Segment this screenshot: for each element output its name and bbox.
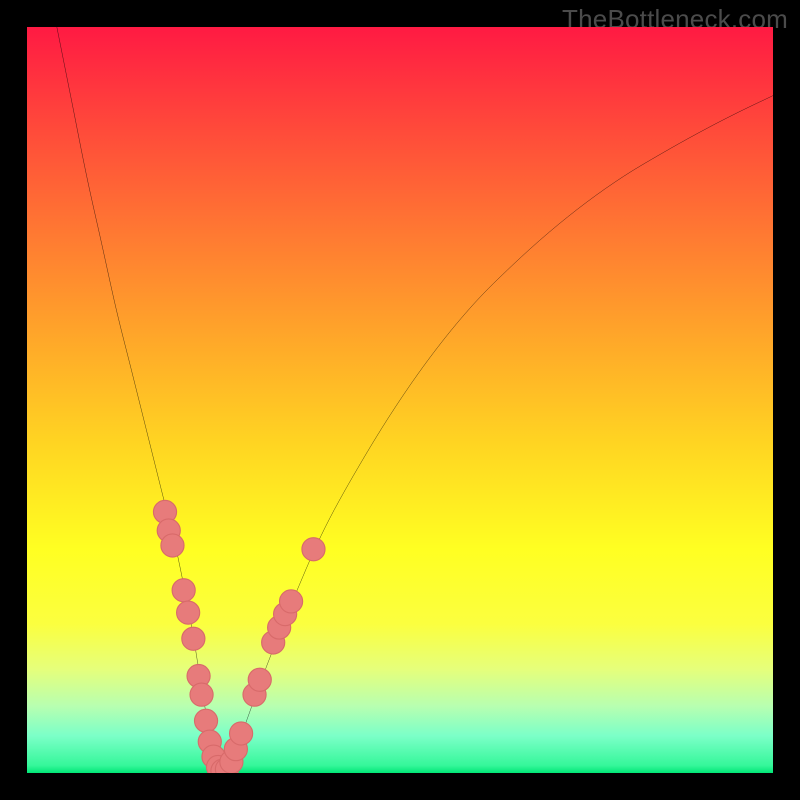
curve-marker <box>230 722 253 745</box>
curve-marker <box>190 683 213 706</box>
curve-marker <box>172 579 195 602</box>
curve-marker <box>194 709 217 732</box>
curve-marker <box>182 627 205 650</box>
curve-marker <box>161 534 184 557</box>
curve-svg <box>27 27 773 773</box>
plot-area <box>27 27 773 773</box>
bottleneck-curve <box>57 27 773 773</box>
curve-marker <box>248 668 271 691</box>
curve-marker <box>177 601 200 624</box>
chart-frame: TheBottleneck.com <box>0 0 800 800</box>
curve-markers <box>153 500 325 773</box>
curve-marker <box>280 590 303 613</box>
curve-marker <box>302 538 325 561</box>
